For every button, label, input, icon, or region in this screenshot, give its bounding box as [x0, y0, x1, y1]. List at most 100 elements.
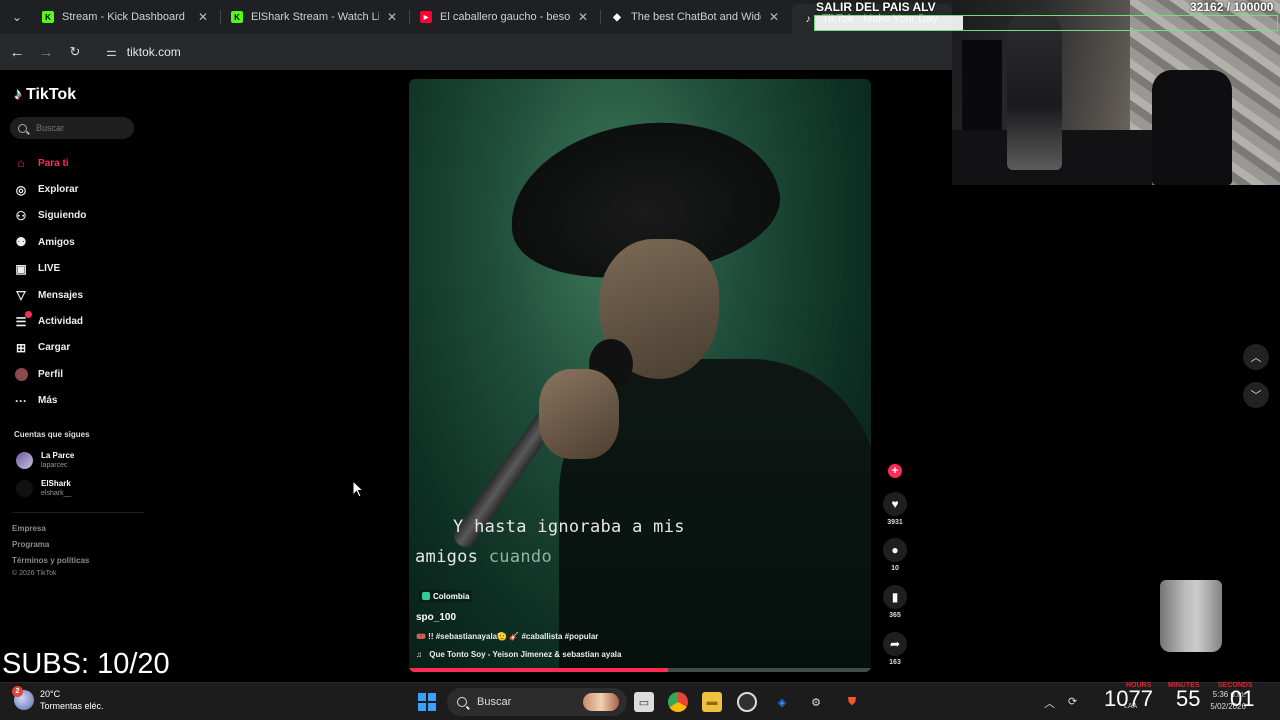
search-icon — [18, 123, 27, 133]
kick-favicon-icon: K — [42, 11, 54, 23]
tray-chevron-up-icon[interactable]: ︿ — [1044, 695, 1055, 711]
sidebar-item-label: Amigos — [38, 236, 75, 248]
sidebar-item-amigos[interactable]: ⚉ Amigos — [14, 229, 86, 255]
tab-title: El caballero gaucho - besos por — [440, 11, 570, 23]
weather-widget[interactable]: 2 20°C Tormentas eléc. — [12, 686, 104, 712]
back-arrow-icon[interactable]: ← — [6, 41, 28, 63]
home-icon: ⌂ — [17, 156, 25, 171]
forward-arrow-icon[interactable]: → — [35, 41, 57, 63]
tiktok-logo[interactable]: ♪ TikTok — [14, 86, 76, 104]
tab-close-icon[interactable]: ✕ — [576, 10, 590, 24]
messages-icon: ▽ — [16, 288, 26, 303]
previous-video-button[interactable]: ︿ — [1243, 344, 1269, 370]
taskbar-search[interactable]: Buscar — [447, 688, 627, 716]
brave-icon[interactable]: ⛊ — [842, 692, 862, 712]
mouse-cursor-icon — [352, 480, 364, 498]
tab-kick-dashboard[interactable]: K Stream - Kick Dashboard ✕ — [32, 4, 220, 30]
footer-link-programa[interactable]: Programa — [12, 540, 49, 549]
glass-cup-overlay — [1160, 580, 1222, 652]
obs-icon[interactable] — [737, 692, 757, 712]
share-action[interactable]: ➦ 163 — [883, 632, 907, 666]
video-player[interactable]: Y hasta ignoraba a mis amigos cuando Col… — [409, 79, 871, 672]
location-tag[interactable]: Colombia — [419, 590, 473, 602]
file-explorer-icon[interactable]: ▬ — [702, 692, 722, 712]
followed-account-elshark[interactable]: ElShark elshark__ — [16, 479, 71, 498]
search-input[interactable] — [36, 123, 116, 133]
tab-close-icon[interactable]: ✕ — [767, 10, 781, 24]
sidebar-item-label: Cargar — [38, 342, 71, 354]
sidebar-search[interactable] — [10, 117, 134, 139]
heart-icon[interactable]: ♥ — [883, 492, 907, 516]
next-video-button[interactable]: ﹀ — [1243, 382, 1269, 408]
weather-badge: 2 — [12, 686, 23, 697]
site-info-icon[interactable]: ⚌ — [106, 45, 117, 59]
tab-title: ElShark Stream - Watch Live on — [251, 11, 379, 23]
sidebar-item-para-ti[interactable]: ⌂ Para ti — [14, 150, 86, 176]
live-icon: ▣ — [15, 261, 27, 276]
goal-progress-fill — [815, 16, 963, 30]
streamelements-favicon-icon: ◆ — [613, 11, 621, 23]
sidebar-divider — [12, 512, 144, 513]
sidebar-item-cargar[interactable]: ⊞ Cargar — [14, 335, 86, 361]
share-count: 163 — [889, 659, 901, 666]
location-pin-icon — [422, 592, 430, 600]
tab-chatbot-widgets[interactable]: ◆ The best ChatBot and Widgets ✕ — [601, 4, 791, 30]
task-view-icon[interactable]: ▭ — [634, 692, 654, 712]
sidebar-item-label: Más — [38, 395, 58, 407]
video-music[interactable]: ♫ Que Tonto Soy - Yeison Jimenez & sebas… — [416, 650, 621, 659]
tab-search-button[interactable]: ⌄ — [6, 6, 28, 28]
tab-elshark-stream[interactable]: K ElShark Stream - Watch Live on ✕ — [221, 4, 409, 30]
bookmark-icon[interactable]: ▮ — [883, 585, 907, 609]
sidebar-item-live[interactable]: ▣ LIVE — [14, 256, 86, 282]
sidebar-item-siguiendo[interactable]: ⚇ Siguiendo — [14, 203, 87, 229]
tab-title: Stream - Kick Dashboard — [62, 11, 185, 23]
like-action[interactable]: ♥ 3931 — [883, 492, 907, 526]
avatar — [16, 480, 33, 497]
comment-icon[interactable]: ● — [883, 538, 907, 562]
activity-icon: ☰ — [14, 310, 32, 329]
location-name: Colombia — [433, 591, 470, 601]
tab-youtube-video[interactable]: ▶ El caballero gaucho - besos por ✕ — [410, 4, 600, 30]
compass-icon: ◎ — [15, 182, 27, 197]
taskbar-search-label: Buscar — [477, 696, 512, 708]
streamlabs-icon[interactable]: ◈ — [772, 692, 792, 712]
tab-close-icon[interactable]: ✕ — [196, 10, 210, 24]
lyric-word-upcoming: cuando — [488, 547, 552, 567]
sidebar-item-explorar[interactable]: ◎ Explorar — [14, 176, 86, 202]
sidebar-item-label: Siguiendo — [38, 210, 87, 222]
windows-start-icon[interactable] — [418, 693, 436, 711]
share-icon[interactable]: ➦ — [883, 632, 907, 656]
video-progress-fill — [409, 668, 668, 672]
video-progress-bar[interactable] — [409, 668, 871, 672]
steam-icon[interactable]: ⚙ — [806, 692, 826, 712]
sidebar-item-mas[interactable]: ··· Más — [14, 388, 86, 414]
sidebar-item-actividad[interactable]: ☰ Actividad — [14, 308, 86, 334]
timer-hours: 1077 — [1104, 686, 1153, 711]
chrome-icon[interactable] — [668, 692, 688, 712]
footer-link-terminos[interactable]: Términos y políticas — [12, 556, 89, 565]
subs-counter: SUBS: 10/20 — [2, 648, 170, 680]
more-icon: ··· — [15, 393, 27, 408]
video-username[interactable]: spo_100 — [416, 612, 456, 623]
comment-action[interactable]: ● 10 — [883, 538, 907, 572]
goal-count: 32162 / 100000 — [1190, 0, 1274, 14]
follow-plus-button[interactable]: + — [888, 464, 902, 478]
footer-link-empresa[interactable]: Empresa — [12, 524, 46, 533]
music-title: Que Tonto Soy - Yeison Jimenez & sebasti… — [429, 650, 622, 659]
sidebar-item-perfil[interactable]: Perfil — [14, 361, 86, 387]
webcam-person — [1007, 10, 1062, 170]
tray-sync-icon[interactable]: ⟳ — [1068, 695, 1077, 708]
save-action[interactable]: ▮ 365 — [883, 585, 907, 619]
following-icon: ⚇ — [15, 208, 27, 223]
avatar — [16, 452, 33, 469]
reload-icon[interactable]: ↻ — [64, 41, 86, 63]
sidebar-item-mensajes[interactable]: ▽ Mensajes — [14, 282, 86, 308]
tab-close-icon[interactable]: ✕ — [385, 10, 399, 24]
music-note-icon: ♫ — [416, 650, 422, 659]
weather-condition: Tormentas eléc. — [40, 701, 104, 711]
url-text: tiktok.com — [126, 45, 181, 59]
webcam-monitor — [962, 40, 1002, 130]
sidebar-menu: ⌂ Para ti ◎ Explorar ⚇ Siguiendo ⚉ Amigo… — [14, 150, 86, 414]
goal-progress-bar — [814, 15, 1278, 31]
followed-account-laparce[interactable]: La Parce laparcec — [16, 451, 74, 470]
